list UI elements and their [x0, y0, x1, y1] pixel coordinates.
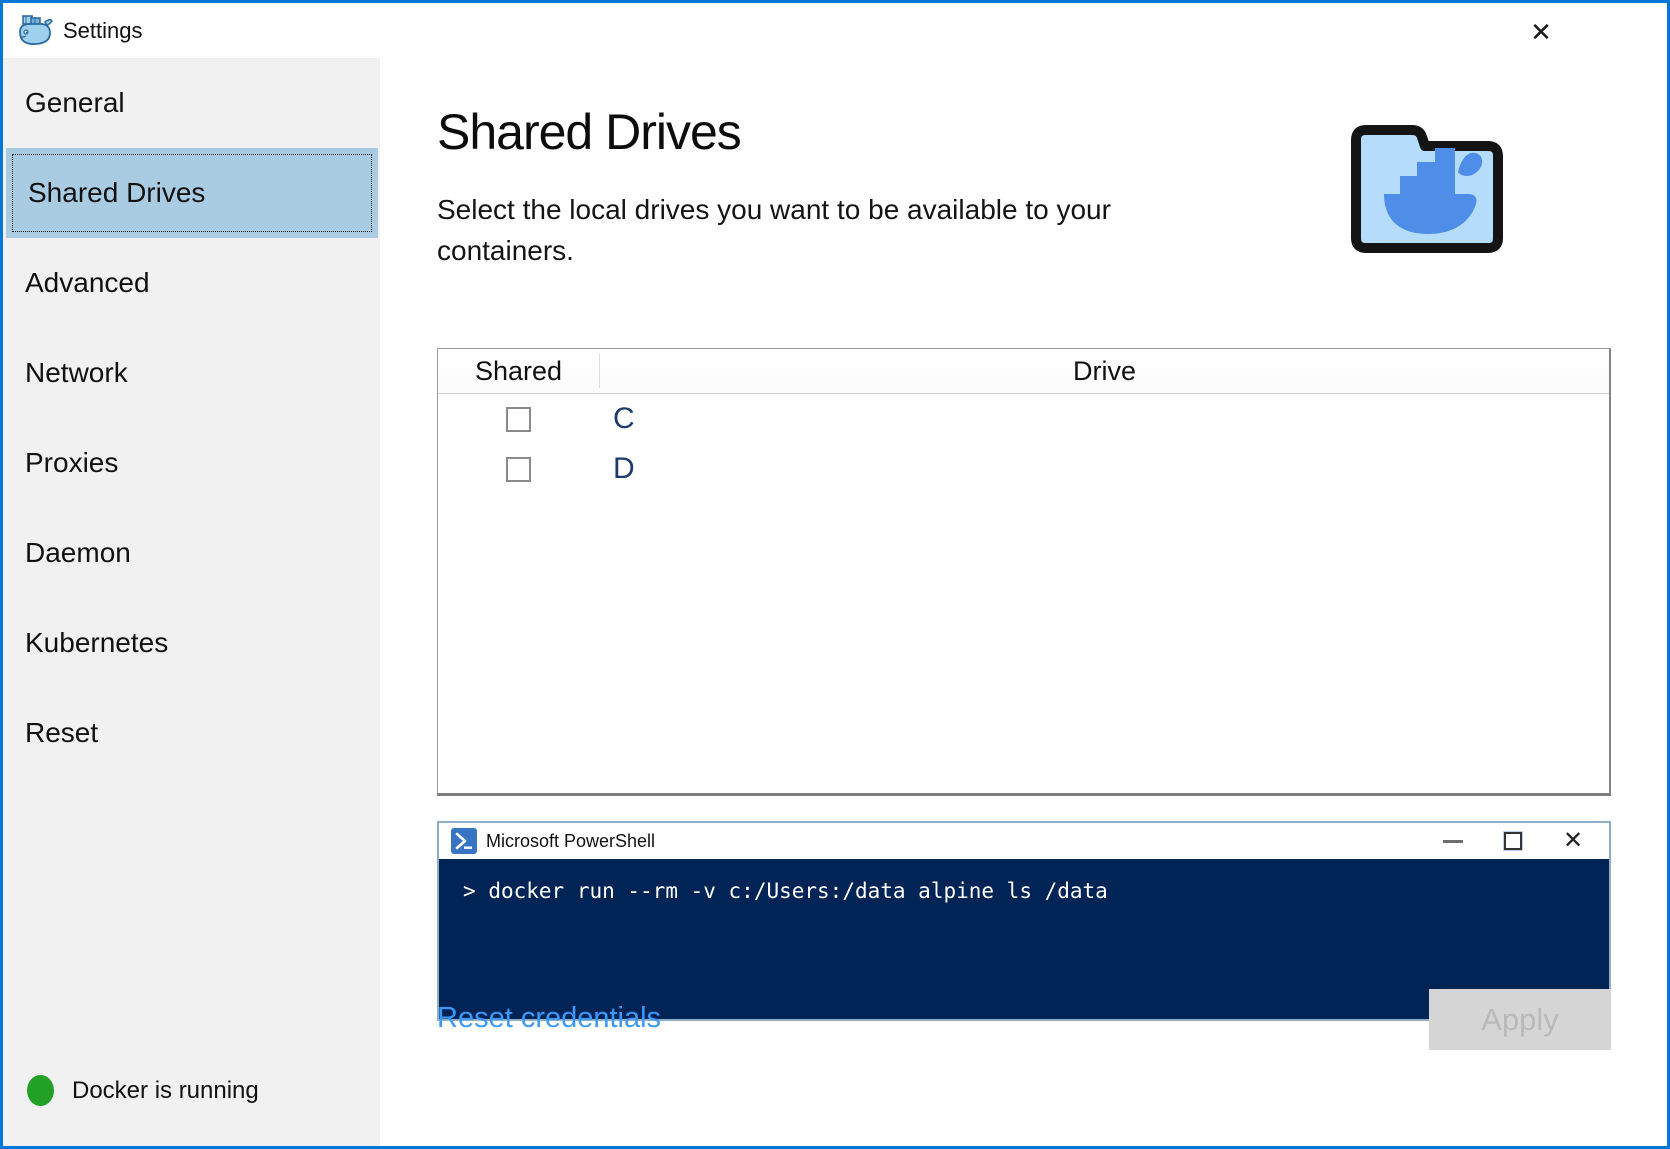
sidebar-item-daemon[interactable]: Daemon [3, 508, 380, 598]
window-close-button[interactable]: ✕ [1521, 13, 1561, 51]
minimize-icon [1443, 839, 1463, 843]
powershell-titlebar: Microsoft PowerShell ✕ [439, 823, 1609, 859]
powershell-title: Microsoft PowerShell [486, 830, 656, 851]
table-row: D [438, 444, 1609, 494]
settings-sidebar: General Shared Drives Advanced Network P… [3, 58, 380, 1146]
table-header: Shared Drive [438, 349, 1609, 394]
sidebar-item-network[interactable]: Network [3, 328, 380, 418]
sidebar-item-advanced[interactable]: Advanced [3, 238, 380, 328]
window-title: Settings [63, 17, 143, 43]
powershell-controls: ✕ [1435, 828, 1591, 854]
column-header-shared: Shared [474, 355, 563, 386]
terminal-prompt: > [463, 879, 476, 903]
page-title: Shared Drives [437, 104, 742, 160]
drive-letter: D [613, 452, 635, 485]
page-description: Select the local drives you want to be a… [437, 194, 1111, 266]
sidebar-item-kubernetes[interactable]: Kubernetes [3, 598, 380, 688]
maximize-icon [1504, 832, 1522, 850]
docker-whale-icon [19, 14, 53, 45]
apply-button[interactable]: Apply [1429, 989, 1611, 1050]
table-row: C [438, 394, 1609, 444]
shared-drives-pane: Shared Drives Select the local drives yo… [380, 58, 1667, 1146]
title-bar: Settings ✕ [3, 3, 1667, 58]
drive-letter: C [613, 402, 635, 435]
sidebar-item-general[interactable]: General [3, 58, 380, 148]
status-text: Docker is running [72, 1076, 259, 1104]
sidebar-item-reset[interactable]: Reset [3, 688, 380, 778]
close-powershell-button[interactable]: ✕ [1555, 828, 1591, 854]
shared-drives-table: Shared Drive C D [437, 348, 1611, 796]
drive-d-checkbox[interactable] [506, 456, 531, 482]
column-header-drive: Drive [1072, 355, 1136, 386]
close-icon: ✕ [1562, 827, 1584, 854]
docker-status: Docker is running [27, 1075, 259, 1106]
maximize-button[interactable] [1495, 828, 1531, 854]
status-running-dot-icon [27, 1075, 54, 1106]
sidebar-item-proxies[interactable]: Proxies [3, 418, 380, 508]
settings-window: Settings ✕ General Shared Drives Advance… [0, 0, 1670, 1149]
minimize-button[interactable] [1435, 828, 1471, 854]
docker-folder-icon [1351, 125, 1503, 253]
drive-c-checkbox[interactable] [506, 406, 531, 432]
sidebar-item-shared-drives[interactable]: Shared Drives [6, 148, 378, 238]
terminal-command: docker run --rm -v c:/Users:/data alpine… [488, 879, 1108, 903]
powershell-icon [451, 828, 477, 854]
reset-credentials-link[interactable]: Reset credentials [437, 1002, 661, 1035]
